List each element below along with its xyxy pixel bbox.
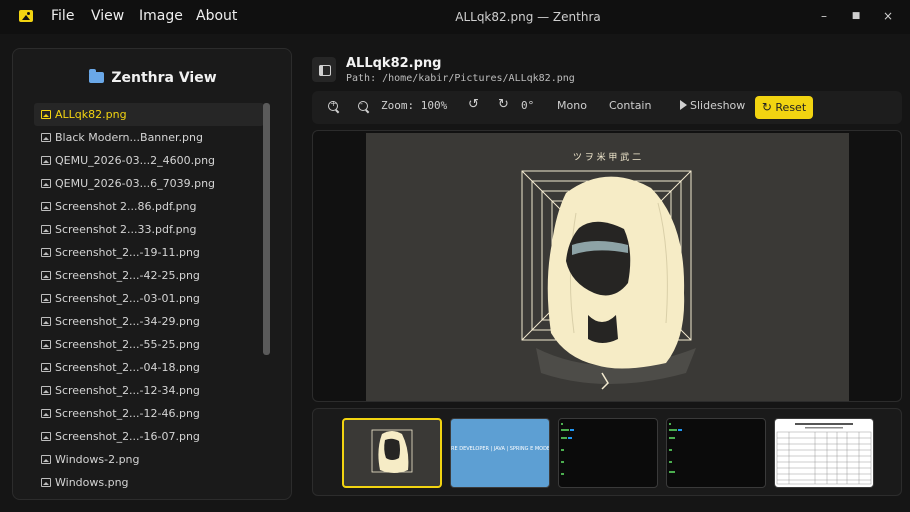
thumbnail-1[interactable]: RE DEVELOPER | JAVA | SPRING E MODE.JS |… (450, 418, 550, 488)
image-file-icon (41, 340, 51, 349)
file-list-item-label: Screenshot_2...-34-29.png (55, 315, 200, 328)
image-file-icon (41, 179, 51, 188)
thumbnail-3[interactable] (666, 418, 766, 488)
artwork-glyphs: ツ ヲ 米 甲 武 二 (573, 151, 641, 163)
image-file-icon (41, 248, 51, 257)
reset-button[interactable]: ↻ Reset (755, 96, 813, 119)
toolbar: + - Zoom: 100% ↺ ↻ 0° Mono Contain Slide… (312, 91, 902, 124)
fit-mode-button[interactable]: Contain (609, 99, 651, 112)
file-list-item[interactable]: Screenshot 2...33.pdf.png (34, 218, 264, 241)
image-viewer[interactable]: ツ ヲ 米 甲 武 二 (312, 130, 902, 402)
file-list-scrollbar[interactable] (263, 103, 270, 355)
image-file-icon (41, 317, 51, 326)
file-list-item[interactable]: Windows-2.png (34, 448, 264, 471)
zoom-in-icon[interactable]: + (328, 99, 338, 111)
file-list-item-label: Screenshot 2...86.pdf.png (55, 200, 197, 213)
file-list-item[interactable]: ALLqk82.png (34, 103, 264, 126)
image-file-icon (41, 202, 51, 211)
rotate-left-icon[interactable]: ↺ (468, 97, 479, 112)
file-list-item-label: Screenshot_2...-12-46.png (55, 407, 200, 420)
play-icon (680, 100, 687, 110)
file-list-item[interactable]: Screenshot_2...-19-11.png (34, 241, 264, 264)
current-file-path: Path: /home/kabir/Pictures/ALLqk82.png (346, 73, 575, 84)
image-file-icon (41, 110, 51, 119)
sidebar: Zenthra View ALLqk82.png Black Modern...B… (12, 48, 292, 500)
file-list-item[interactable]: Screenshot 2...86.pdf.png (34, 195, 264, 218)
file-list-item-label: Screenshot_2...-16-07.png (55, 430, 200, 443)
file-list-item-label: Black Modern...Banner.png (55, 131, 203, 144)
file-list-item-label: Screenshot_2...-55-25.png (55, 338, 200, 351)
thumbnail-4[interactable] (774, 418, 874, 488)
image-file-icon (41, 133, 51, 142)
file-list-item-label: QEMU_2026-03...6_7039.png (55, 177, 216, 190)
file-list-item[interactable]: Screenshot_2...-16-07.png (34, 425, 264, 448)
image-canvas: ツ ヲ 米 甲 武 二 (366, 133, 849, 401)
window-title: ALLqk82.png — Zenthra (455, 10, 601, 24)
thumbnail-0[interactable] (342, 418, 442, 488)
file-list-item-label: Screenshot 2...33.pdf.png (55, 223, 197, 236)
image-file-icon (41, 363, 51, 372)
current-file-name: ALLqk82.png (346, 56, 442, 71)
file-list-item[interactable]: Screenshot_2...-12-34.png (34, 379, 264, 402)
rotate-right-icon[interactable]: ↻ (498, 97, 509, 112)
file-list-item-label: ALLqk82.png (55, 108, 127, 121)
slideshow-label: Slideshow (690, 99, 746, 112)
sidebar-title: Zenthra View (13, 69, 293, 86)
file-list-item-label: Windows.png (55, 476, 129, 489)
image-file-icon (41, 294, 51, 303)
file-list-item-label: Windows-2.png (55, 453, 140, 466)
file-list-item[interactable]: Screenshot_2...-03-01.png (34, 287, 264, 310)
file-list-item[interactable]: Screenshot_2...-55-25.png (34, 333, 264, 356)
file-list-item[interactable]: Black Modern...Banner.png (34, 126, 264, 149)
mono-button[interactable]: Mono (557, 99, 587, 112)
reset-label: Reset (775, 101, 807, 114)
maximize-button[interactable]: ■ (848, 11, 864, 21)
file-list-item-label: Screenshot_2...-19-11.png (55, 246, 200, 259)
file-list-item[interactable]: Screenshot_2...-42-25.png (34, 264, 264, 287)
file-list-item-label: Screenshot_2...-42-25.png (55, 269, 200, 282)
title-bar: File View Image About ALLqk82.png — Zent… (0, 0, 910, 34)
thumbnail-strip: RE DEVELOPER | JAVA | SPRING E MODE.JS |… (312, 408, 902, 496)
slideshow-button[interactable]: Slideshow (680, 99, 745, 112)
file-list-item-label: Screenshot_2...-03-01.png (55, 292, 200, 305)
image-file-icon (41, 478, 51, 487)
image-file-icon (41, 455, 51, 464)
file-list-item[interactable]: Screenshot_2...-12-46.png (34, 402, 264, 425)
sidebar-title-text: Zenthra View (111, 70, 217, 86)
thumbnail-2[interactable] (558, 418, 658, 488)
artwork-image: ツ ヲ 米 甲 武 二 (521, 151, 696, 390)
file-list: ALLqk82.png Black Modern...Banner.png QEMU… (34, 103, 264, 494)
minimize-button[interactable]: – (816, 9, 832, 23)
file-list-item[interactable]: Windows.png (34, 471, 264, 494)
file-list-item[interactable]: QEMU_2026-03...6_7039.png (34, 172, 264, 195)
file-list-item-label: QEMU_2026-03...2_4600.png (55, 154, 216, 167)
zoom-level: Zoom: 100% (381, 99, 448, 112)
folder-icon (89, 69, 105, 83)
image-file-icon (41, 386, 51, 395)
file-list-item[interactable]: QEMU_2026-03...2_4600.png (34, 149, 264, 172)
file-list-item[interactable]: Screenshot_2...-34-29.png (34, 310, 264, 333)
zoom-out-icon[interactable]: - (358, 99, 368, 111)
file-list-item-label: Screenshot_2...-04-18.png (55, 361, 200, 374)
sidebar-toggle-button[interactable] (312, 57, 336, 82)
image-file-icon (41, 225, 51, 234)
refresh-icon: ↻ (761, 100, 772, 114)
thumbnail-1-text: RE DEVELOPER | JAVA | SPRING E MODE.JS |… (451, 446, 550, 452)
image-file-icon (41, 432, 51, 441)
image-file-icon (41, 156, 51, 165)
rotation-value: 0° (521, 99, 535, 112)
image-file-icon (41, 271, 51, 280)
close-button[interactable]: × (880, 9, 896, 23)
file-list-item[interactable]: Screenshot_2...-04-18.png (34, 356, 264, 379)
image-file-icon (41, 409, 51, 418)
file-list-item-label: Screenshot_2...-12-34.png (55, 384, 200, 397)
